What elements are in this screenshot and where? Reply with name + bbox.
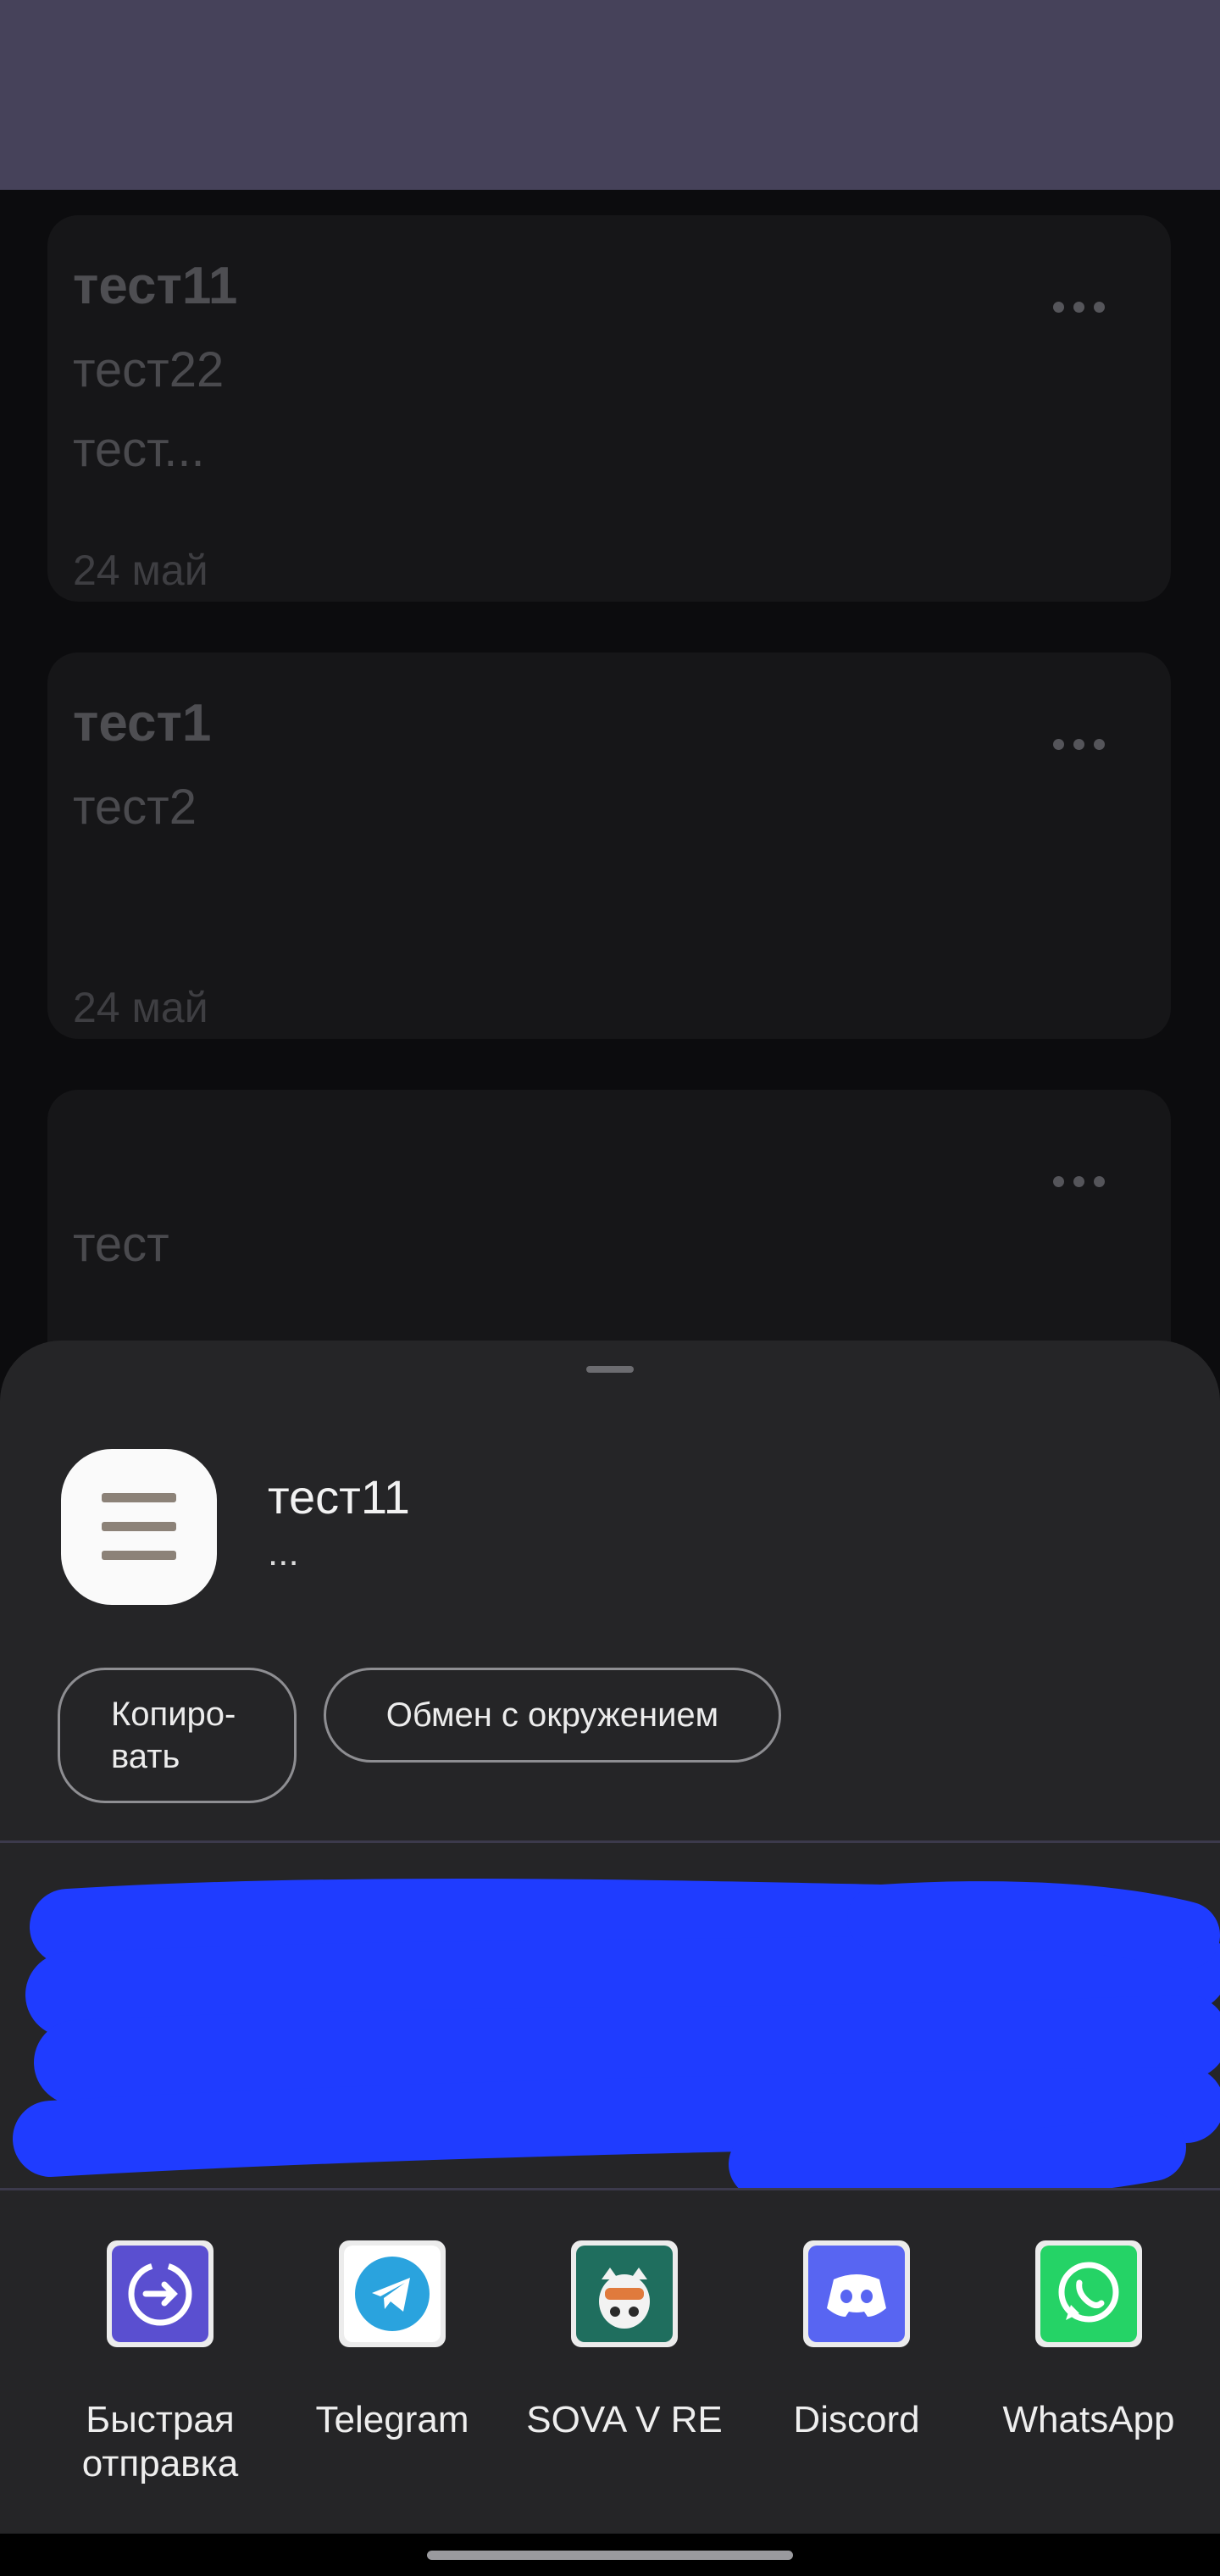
share-subtitle: ... <box>268 1532 299 1574</box>
app-tile <box>107 2240 214 2347</box>
note-body: тест <box>73 1217 169 1272</box>
app-label: Discord <box>793 2399 920 2440</box>
app-telegram[interactable]: Telegram <box>276 2240 508 2442</box>
note-card[interactable]: тест11 тест22 тест... 24 май <box>47 215 1171 602</box>
divider <box>0 2188 1220 2190</box>
app-sova[interactable]: SOVA V RE <box>508 2240 740 2442</box>
app-label: Быстрая отправка <box>81 2399 239 2484</box>
note-card[interactable]: тест1 тест2 24 май <box>47 652 1171 1039</box>
app-bar <box>0 0 1220 190</box>
whatsapp-icon <box>1040 2246 1137 2342</box>
app-tile <box>339 2240 446 2347</box>
app-tile <box>571 2240 678 2347</box>
direct-share-contacts[interactable]: ... <box>0 1842 1220 2189</box>
more-options-icon[interactable] <box>1053 1176 1105 1187</box>
notes-app-icon <box>61 1449 217 1605</box>
redaction-scribble <box>13 1879 1220 2189</box>
system-nav-bar <box>0 2534 1220 2576</box>
note-date: 24 май <box>73 984 208 1031</box>
app-tile <box>1035 2240 1142 2347</box>
app-label: Telegram <box>315 2399 469 2440</box>
app-quick-share[interactable]: Быстрая отправка <box>44 2240 276 2486</box>
more-options-icon[interactable] <box>1053 302 1105 313</box>
note-body: тест22 тест... <box>73 342 225 477</box>
home-gesture-handle[interactable] <box>427 2551 793 2560</box>
app-tile <box>803 2240 910 2347</box>
app-label: SOVA V RE <box>526 2399 723 2440</box>
sova-icon <box>576 2246 673 2342</box>
note-body: тест2 <box>73 780 197 835</box>
note-title: тест11 <box>73 257 238 315</box>
app-whatsapp[interactable]: WhatsApp <box>973 2240 1205 2442</box>
note-title: тест1 <box>73 694 212 752</box>
sheet-drag-handle[interactable] <box>586 1366 634 1373</box>
note-date: 24 май <box>73 547 208 594</box>
more-options-icon[interactable] <box>1053 739 1105 750</box>
telegram-icon <box>344 2246 441 2342</box>
app-discord[interactable]: Discord <box>740 2240 973 2442</box>
share-sheet[interactable]: тест11 ... Копиро- вать Обмен с окружени… <box>0 1341 1220 2534</box>
share-title: тест11 <box>268 1470 410 1524</box>
copy-button[interactable]: Копиро- вать <box>58 1668 297 1803</box>
quick-share-icon <box>112 2246 208 2342</box>
notes-list[interactable]: тест11 тест22 тест... 24 май тест1 тест2… <box>0 190 1220 1395</box>
nearby-share-button[interactable]: Обмен с окружением <box>324 1668 781 1763</box>
share-apps-row: Быстрая отправка Telegram SOVA V RE Disc… <box>0 2240 1220 2495</box>
app-label: WhatsApp <box>1002 2399 1175 2440</box>
discord-icon <box>808 2246 905 2342</box>
